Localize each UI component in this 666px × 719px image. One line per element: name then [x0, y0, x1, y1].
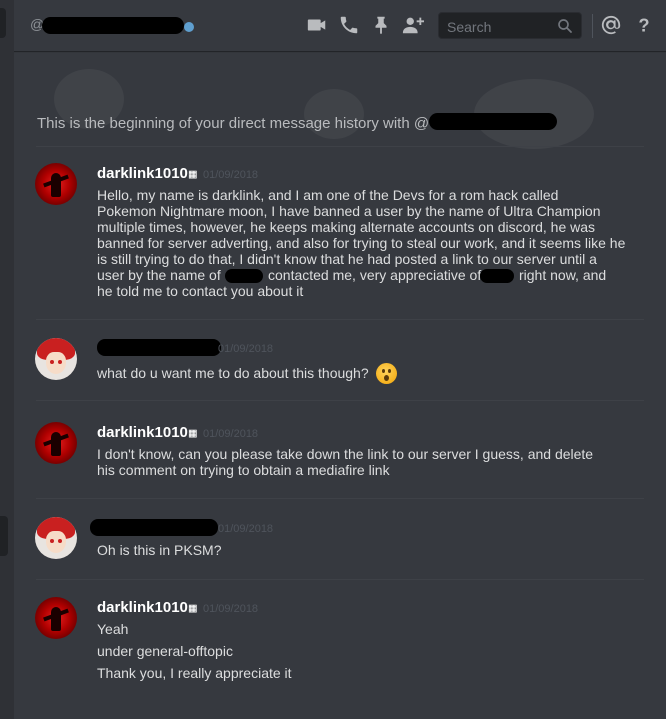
- message-text: he told me to contact you about it: [97, 283, 304, 299]
- search-box[interactable]: [438, 12, 582, 39]
- author-name[interactable]: darklink1010▦: [97, 165, 197, 182]
- avatar[interactable]: [35, 517, 77, 559]
- timestamp: 01/09/2018: [218, 523, 274, 535]
- message-text: right now, and: [519, 267, 607, 283]
- message-text: I don't know, can you please take down t…: [97, 446, 594, 478]
- message-text: Oh is this in PKSM?: [97, 542, 222, 558]
- svg-text:?: ?: [638, 14, 649, 35]
- message-text: Yeah: [97, 621, 129, 637]
- sidebar-nub-top: [0, 8, 6, 38]
- timestamp: 01/09/2018: [203, 603, 259, 615]
- author-badge: ▦: [188, 426, 197, 441]
- author-name[interactable]: darklink1010▦: [97, 424, 197, 441]
- hushed-face-emoji: [376, 363, 397, 384]
- search-input[interactable]: [445, 16, 559, 37]
- channel-header: @ ?: [14, 0, 666, 51]
- video-icon[interactable]: [306, 14, 328, 36]
- redacted-username: [42, 17, 184, 34]
- message-list[interactable]: This is the beginning of your direct mes…: [14, 51, 666, 719]
- conversation-beginning: This is the beginning of your direct mes…: [37, 115, 430, 132]
- status-indicator: [184, 22, 194, 32]
- redacted-username: [97, 339, 221, 356]
- add-friend-icon[interactable]: [402, 14, 424, 36]
- avatar[interactable]: [35, 338, 77, 380]
- message-divider: [36, 498, 644, 499]
- message-text: what do u want me to do about this thoug…: [97, 365, 369, 381]
- message-text: contacted me, very appreciative of: [268, 267, 482, 283]
- sidebar-nub: [0, 516, 8, 556]
- timestamp: 01/09/2018: [218, 343, 274, 355]
- timestamp: 01/09/2018: [203, 428, 259, 440]
- author-badge: ▦: [188, 601, 197, 616]
- author-badge: ▦: [188, 167, 197, 182]
- message-text: Thank you, I really appreciate it: [97, 665, 292, 681]
- message-text: under general-offtopic: [97, 643, 233, 659]
- header-divider: [592, 14, 593, 38]
- pin-icon[interactable]: [370, 14, 392, 36]
- redacted-text: [480, 269, 514, 283]
- message-divider: [36, 400, 644, 401]
- server-sidebar-edge: [0, 0, 14, 719]
- avatar[interactable]: [35, 163, 77, 205]
- author-name[interactable]: darklink1010▦: [97, 599, 197, 616]
- avatar[interactable]: [35, 422, 77, 464]
- message-divider: [36, 146, 644, 147]
- help-icon[interactable]: ?: [633, 14, 655, 36]
- redacted-username: [90, 519, 218, 536]
- message-divider: [36, 319, 644, 320]
- message-divider: [36, 579, 644, 580]
- mention-icon[interactable]: [600, 14, 622, 36]
- redacted-text: [225, 269, 263, 283]
- timestamp: 01/09/2018: [203, 169, 259, 181]
- redacted-username: [429, 113, 557, 130]
- phone-icon[interactable]: [338, 14, 360, 36]
- search-icon[interactable]: [556, 17, 574, 35]
- avatar[interactable]: [35, 597, 77, 639]
